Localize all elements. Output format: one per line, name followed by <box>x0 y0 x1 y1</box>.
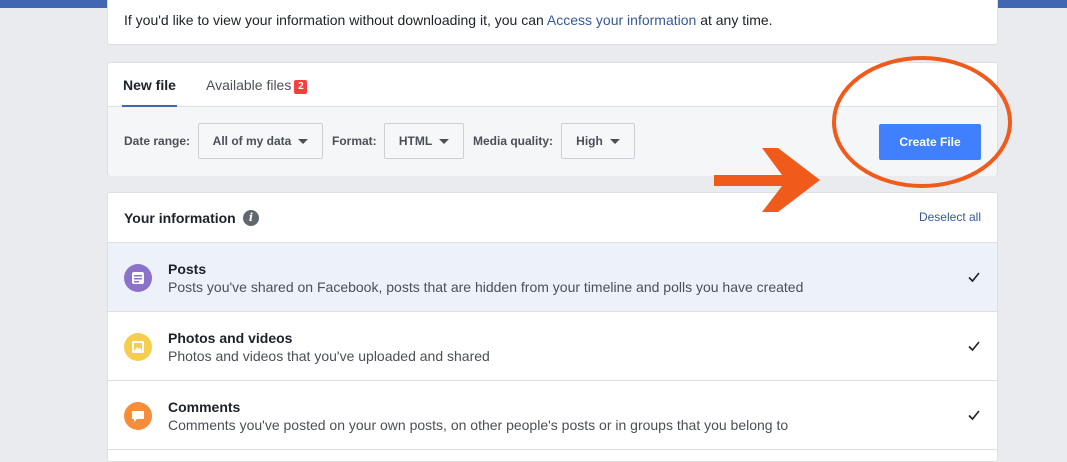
format-label: Format: <box>332 134 377 148</box>
category-title: Comments <box>168 399 241 415</box>
tab-available-files[interactable]: Available files 2 <box>206 63 308 107</box>
category-row-comments[interactable]: Comments Comments you've posted on your … <box>108 381 997 450</box>
your-information-title: Your information <box>124 210 236 226</box>
checkbox-checked[interactable] <box>967 270 981 284</box>
category-description: Photos and videos that you've uploaded a… <box>168 348 490 364</box>
checkbox-checked[interactable] <box>967 339 981 353</box>
tab-new-file[interactable]: New file <box>122 63 177 108</box>
checkbox-checked[interactable] <box>967 408 981 422</box>
category-description: Posts you've shared on Facebook, posts t… <box>168 279 804 295</box>
photo-icon <box>124 333 152 361</box>
chevron-down-icon <box>609 138 620 144</box>
download-file-panel: New file Available files 2 Date range: Al… <box>107 62 998 176</box>
your-information-panel: Your information i Deselect all Posts Po… <box>107 192 998 462</box>
media-quality-label: Media quality: <box>473 134 554 148</box>
chevron-down-icon <box>298 138 309 144</box>
date-range-label: Date range: <box>124 134 191 148</box>
your-information-header: Your information i Deselect all <box>108 193 997 243</box>
category-row-photos-and-videos[interactable]: Photos and videos Photos and videos that… <box>108 312 997 381</box>
file-options-bar: Date range: All of my data Format: HTML … <box>108 107 997 176</box>
posts-icon <box>124 264 152 292</box>
category-title: Photos and videos <box>168 330 293 346</box>
category-description: Comments you've posted on your own posts… <box>168 417 789 433</box>
access-your-information-link[interactable]: Access your information <box>547 12 696 28</box>
chevron-down-icon <box>439 138 450 144</box>
info-icon[interactable]: i <box>243 210 259 226</box>
deselect-all-link[interactable]: Deselect all <box>919 210 981 224</box>
media-quality-dropdown[interactable]: High <box>561 123 635 159</box>
comment-icon <box>124 402 152 430</box>
notice-text-after: at any time. <box>696 12 773 28</box>
create-file-button[interactable]: Create File <box>879 124 981 160</box>
available-files-count-badge: 2 <box>294 80 308 94</box>
category-title: Posts <box>168 261 207 277</box>
access-info-notice: If you'd like to view your information w… <box>107 0 998 45</box>
file-tabs: New file Available files 2 <box>108 63 997 108</box>
format-value: HTML <box>398 134 433 148</box>
category-row-posts[interactable]: Posts Posts you've shared on Facebook, p… <box>108 243 997 312</box>
tab-available-files-label: Available files <box>206 77 292 93</box>
format-dropdown[interactable]: HTML <box>384 123 464 159</box>
date-range-value: All of my data <box>212 134 292 148</box>
date-range-dropdown[interactable]: All of my data <box>198 123 323 159</box>
media-quality-value: High <box>576 134 603 148</box>
notice-text-before: If you'd like to view your information w… <box>124 12 547 28</box>
